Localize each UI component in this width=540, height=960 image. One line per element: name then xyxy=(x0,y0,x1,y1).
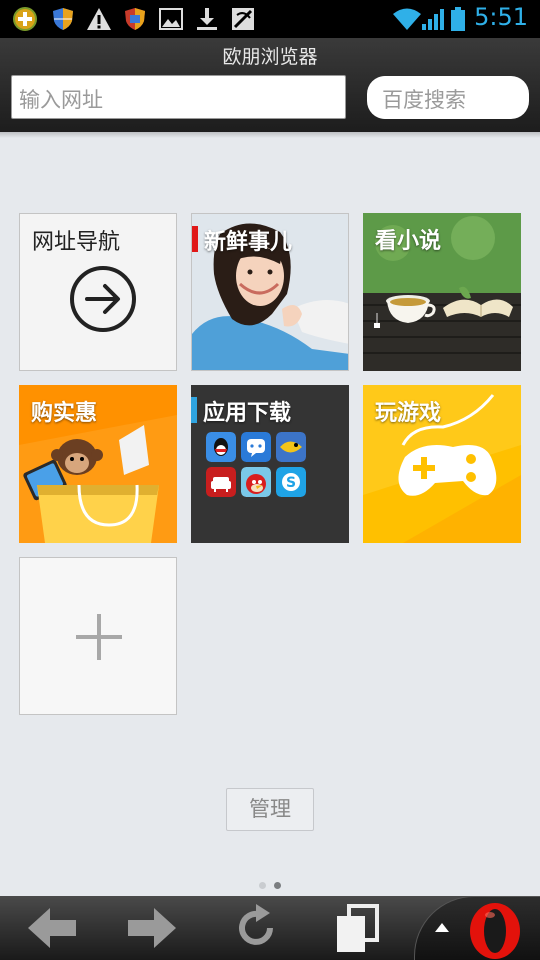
accent-bar xyxy=(191,397,197,423)
app-title: 欧朋浏览器 xyxy=(222,46,318,68)
forward-arrow-icon[interactable] xyxy=(126,896,178,960)
download-icon xyxy=(197,8,217,30)
tile-url-navigation[interactable]: 网址导航 xyxy=(19,213,177,371)
opera-logo-icon xyxy=(470,903,520,959)
tile-label: 网址导航 xyxy=(32,230,121,255)
tile-label: 玩游戏 xyxy=(375,401,442,426)
tabs-icon[interactable] xyxy=(333,896,381,960)
battery-icon xyxy=(451,7,465,31)
angry-bird-icon xyxy=(241,467,271,497)
bottom-toolbar xyxy=(0,896,540,960)
tile-shopping-deals[interactable]: 购实惠 xyxy=(19,385,177,543)
shield-icon xyxy=(53,8,73,30)
tile-fresh-news[interactable]: 新鲜事儿 xyxy=(191,213,349,371)
tile-games[interactable]: 玩游戏 xyxy=(363,385,521,543)
back-arrow-icon[interactable] xyxy=(26,896,78,960)
warning-icon xyxy=(87,8,111,30)
tile-label: 购实惠 xyxy=(31,401,98,426)
status-bar: 5:51 xyxy=(0,0,540,38)
browser-header: 欧朋浏览器 输入网址 百度搜索 xyxy=(0,38,540,132)
opera-menu-button[interactable] xyxy=(414,896,540,960)
page-dot[interactable] xyxy=(259,882,266,889)
tile-label: 看小说 xyxy=(375,229,442,254)
plus-icon xyxy=(76,614,122,660)
tile-label: 应用下载 xyxy=(203,401,292,426)
url-input[interactable]: 输入网址 xyxy=(11,75,346,119)
tile-app-download[interactable]: 应用下载 S xyxy=(191,385,349,543)
tile-label: 新鲜事儿 xyxy=(204,230,293,255)
manage-button[interactable]: 管理 xyxy=(226,788,314,831)
header-shadow xyxy=(0,132,540,138)
refresh-icon[interactable] xyxy=(230,896,282,960)
sofa-icon xyxy=(206,467,236,497)
status-time: 5:51 xyxy=(474,3,528,31)
chat-icon xyxy=(241,432,271,462)
page-dot-active[interactable] xyxy=(274,882,281,889)
skype-icon: S xyxy=(276,467,306,497)
qq-icon xyxy=(206,432,236,462)
signal-icon xyxy=(422,9,444,30)
image-icon xyxy=(159,8,183,30)
shield-icon xyxy=(125,8,145,30)
triangle-up-icon xyxy=(435,923,449,932)
add-tile-button[interactable] xyxy=(19,557,177,715)
fish-icon xyxy=(276,432,306,462)
tile-novels[interactable]: 看小说 xyxy=(363,213,521,371)
accent-bar xyxy=(192,226,198,252)
wifi-icon xyxy=(393,8,421,30)
svg-text:S: S xyxy=(286,475,296,491)
add-icon xyxy=(13,7,37,31)
search-input[interactable]: 百度搜索 xyxy=(367,76,529,119)
no-signal-icon xyxy=(232,8,254,30)
arrow-circle-icon xyxy=(70,266,136,332)
